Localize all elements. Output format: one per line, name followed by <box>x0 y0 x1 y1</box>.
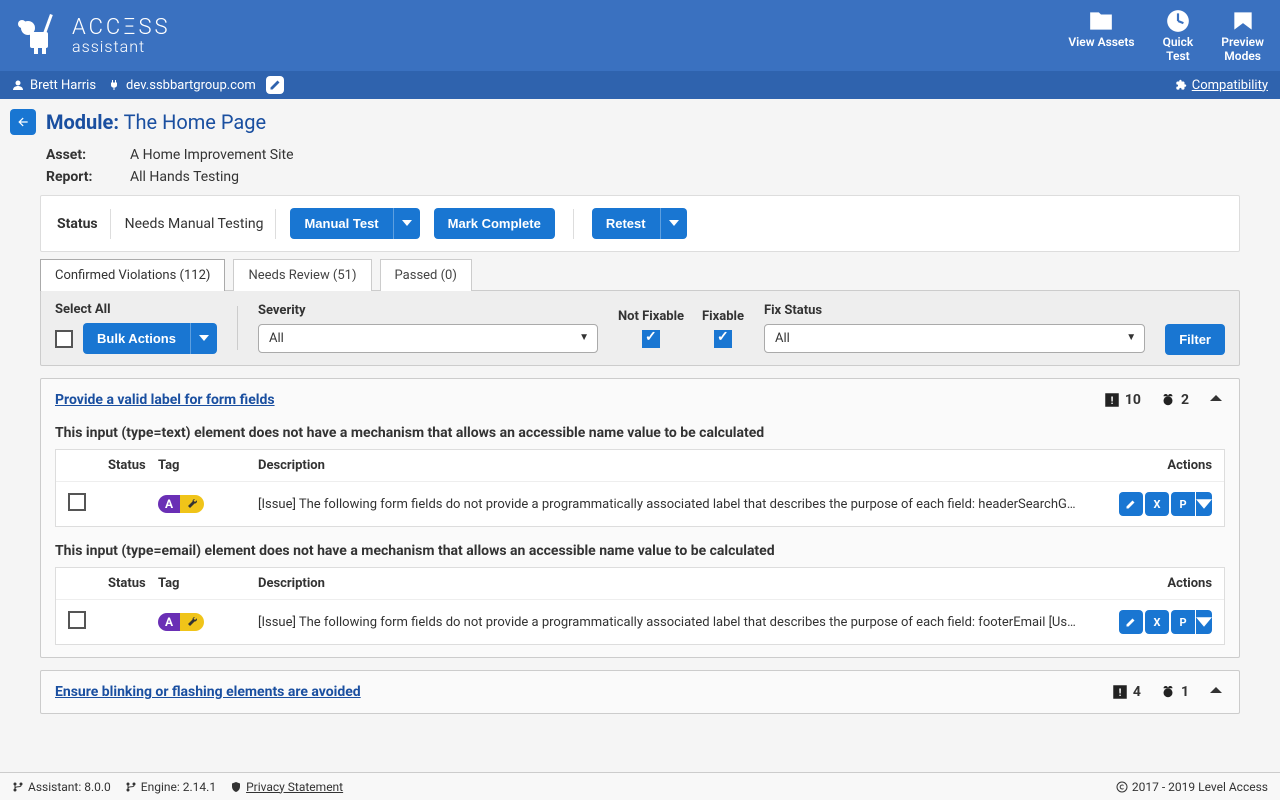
status-value: Needs Manual Testing <box>125 209 277 239</box>
page-content: Module: The Home Page Asset: A Home Impro… <box>0 99 1280 772</box>
fixable-checkbox[interactable] <box>714 330 732 348</box>
filter-button[interactable]: Filter <box>1165 324 1225 355</box>
topbar: ACCΞSS assistant View Assets Quick Test … <box>0 0 1280 71</box>
fixable-label: Fixable <box>702 309 744 324</box>
x-action-button[interactable]: X <box>1145 610 1169 634</box>
site-url: dev.ssbbartgroup.com <box>126 78 256 93</box>
tag-a-badge: A <box>158 495 180 513</box>
select-all-checkbox[interactable] <box>55 330 73 348</box>
report-label: Report: <box>46 169 106 185</box>
row-checkbox[interactable] <box>68 493 86 511</box>
tab-confirmed-violations[interactable]: Confirmed Violations (112) <box>40 259 225 291</box>
issue-description: [Issue] The following form fields do not… <box>258 615 1092 630</box>
preview-modes-button[interactable]: Preview Modes <box>1221 8 1264 62</box>
manual-test-button[interactable]: Manual Test <box>290 208 392 239</box>
table-row: A [Issue] The following form fields do n… <box>56 482 1224 526</box>
assistant-version: Assistant: 8.0.0 <box>28 780 111 794</box>
not-fixable-checkbox[interactable] <box>642 330 660 348</box>
quick-test-button[interactable]: Quick Test <box>1163 8 1194 62</box>
svg-text:!: ! <box>1118 686 1121 699</box>
filter-panel: Select All Bulk Actions Severity All Not… <box>40 290 1240 366</box>
shield-icon <box>230 781 242 793</box>
wrench-icon <box>180 613 204 631</box>
violation-title[interactable]: Provide a valid label for form fields <box>55 392 275 408</box>
fix-status-label: Fix Status <box>764 303 1145 318</box>
brand-logo: ACCΞSS assistant <box>16 10 171 62</box>
not-fixable-label: Not Fixable <box>618 309 684 324</box>
violation-panel: Ensure blinking or flashing elements are… <box>40 670 1240 714</box>
report-value: All Hands Testing <box>130 169 239 185</box>
x-action-button[interactable]: X <box>1145 492 1169 516</box>
copyright: 2017 - 2019 Level Access <box>1116 780 1268 794</box>
tag-a-badge: A <box>158 613 180 631</box>
brand-line2: assistant <box>72 39 171 55</box>
engine-version: Engine: 2.14.1 <box>141 780 216 794</box>
manual-test-caret[interactable] <box>393 208 420 239</box>
row-checkbox[interactable] <box>68 611 86 629</box>
branch-icon <box>12 781 24 793</box>
user-name: Brett Harris <box>30 78 96 93</box>
tab-passed[interactable]: Passed (0) <box>380 259 472 291</box>
view-assets-button[interactable]: View Assets <box>1068 8 1134 62</box>
issue-description: [Issue] The following form fields do not… <box>258 497 1092 512</box>
severity-select[interactable]: All <box>258 324 598 353</box>
copyright-icon <box>1116 781 1128 793</box>
subbar: Brett Harris dev.ssbbartgroup.com Compat… <box>0 71 1280 99</box>
bulk-actions-caret[interactable] <box>190 323 217 354</box>
p-action-button[interactable]: P <box>1171 492 1195 516</box>
status-panel: Status Needs Manual Testing Manual Test … <box>40 195 1240 252</box>
page-title: Module: The Home Page <box>46 110 266 134</box>
fix-status-select[interactable]: All <box>764 324 1145 353</box>
violation-subheading: This input (type=text) element does not … <box>41 421 1239 449</box>
edit-action-button[interactable] <box>1119 610 1143 634</box>
action-caret[interactable] <box>1196 610 1212 634</box>
footer: Assistant: 8.0.0 Engine: 2.14.1 Privacy … <box>0 772 1280 800</box>
compatibility-link[interactable]: Compatibility <box>1174 78 1268 93</box>
edit-action-button[interactable] <box>1119 492 1143 516</box>
violation-panel: Provide a valid label for form fields ! … <box>40 378 1240 658</box>
violation-table: Status Tag Description Actions A [Issue]… <box>55 567 1225 645</box>
edit-site-button[interactable] <box>266 76 284 94</box>
bug-count: 2 <box>1159 391 1189 409</box>
asset-value: A Home Improvement Site <box>130 147 294 163</box>
table-row: A [Issue] The following form fields do n… <box>56 600 1224 644</box>
violation-title[interactable]: Ensure blinking or flashing elements are… <box>55 684 361 700</box>
tab-needs-review[interactable]: Needs Review (51) <box>233 259 371 291</box>
puzzle-icon <box>1174 78 1188 92</box>
privacy-link[interactable]: Privacy Statement <box>230 780 343 794</box>
branch-icon <box>125 781 137 793</box>
severity-count: ! 10 <box>1103 391 1141 409</box>
bulk-actions-button[interactable]: Bulk Actions <box>83 323 190 354</box>
user-icon <box>12 79 24 91</box>
wrench-icon <box>180 495 204 513</box>
dog-logo-icon <box>16 10 64 62</box>
select-all-label: Select All <box>55 302 217 317</box>
violation-table: Status Tag Description Actions A [Issue]… <box>55 449 1225 527</box>
collapse-button[interactable] <box>1207 681 1225 703</box>
action-caret[interactable] <box>1196 492 1212 516</box>
bug-count: 1 <box>1159 683 1189 701</box>
p-action-button[interactable]: P <box>1171 610 1195 634</box>
severity-label: Severity <box>258 303 598 318</box>
retest-button[interactable]: Retest <box>592 208 660 239</box>
collapse-button[interactable] <box>1207 389 1225 411</box>
asset-label: Asset: <box>46 147 106 163</box>
mark-complete-button[interactable]: Mark Complete <box>434 208 555 239</box>
back-button[interactable] <box>10 109 36 135</box>
violation-subheading: This input (type=email) element does not… <box>41 539 1239 567</box>
plug-icon <box>108 79 120 91</box>
svg-text:!: ! <box>1110 394 1113 407</box>
brand-line1: ACCΞSS <box>72 17 171 39</box>
result-tabs: Confirmed Violations (112) Needs Review … <box>40 258 1240 290</box>
retest-caret[interactable] <box>660 208 687 239</box>
severity-count: ! 4 <box>1111 683 1141 701</box>
status-label: Status <box>57 209 111 239</box>
